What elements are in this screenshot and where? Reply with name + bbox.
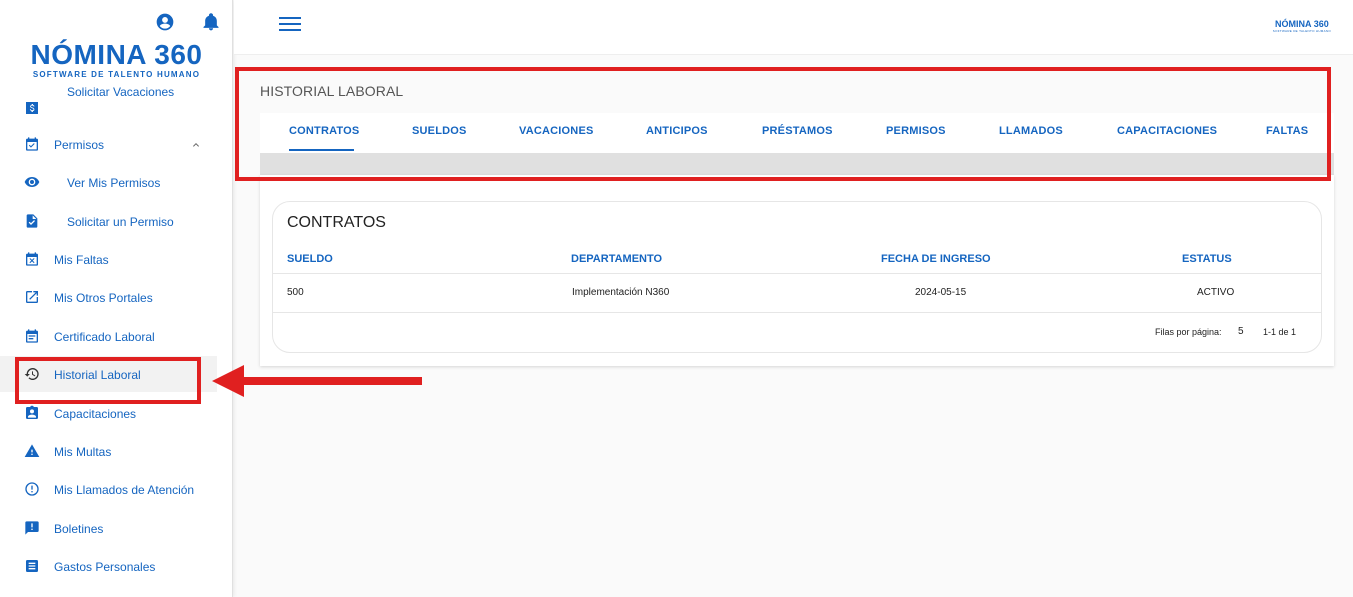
menu-icon[interactable] [279, 17, 301, 33]
sidebar-item-mis-faltas[interactable]: Mis Faltas [0, 241, 217, 277]
calendar-check-icon [24, 136, 40, 152]
cell-estatus: ACTIVO [1197, 287, 1235, 298]
pagination-range: 1-1 de 1 [1263, 327, 1297, 337]
brand-logo[interactable]: NÓMINA 360 SOFTWARE DE TALENTO HUMANO [0, 39, 232, 80]
logo-subtitle: SOFTWARE DE TALENTO HUMANO [32, 70, 201, 79]
column-header-sueldo[interactable]: SUELDO [287, 253, 333, 265]
calendar-x-icon [24, 251, 40, 267]
money-icon [24, 100, 40, 116]
contracts-title: CONTRATOS [287, 214, 386, 231]
header-divider [273, 273, 1321, 274]
warning-icon [24, 443, 40, 459]
list-icon [24, 558, 40, 574]
badge-icon [24, 405, 40, 421]
arrow-icon [212, 365, 422, 397]
sidebar-item-label: Certificado Laboral [54, 330, 155, 344]
sidebar-item-solicitar-vacaciones[interactable]: Solicitar Vacaciones [0, 85, 217, 123]
sidebar-item-label: Gastos Personales [54, 560, 156, 574]
sidebar-item-mis-otros-portales[interactable]: Mis Otros Portales [0, 279, 217, 315]
sidebar-item-label: Solicitar un Permiso [67, 215, 174, 229]
sidebar: NÓMINA 360 SOFTWARE DE TALENTO HUMANO So… [0, 0, 233, 597]
sidebar-item-ver-mis-permisos[interactable]: Ver Mis Permisos [0, 164, 217, 200]
alert-circle-icon [24, 481, 40, 497]
calendar-icon [24, 328, 40, 344]
cell-sueldo: 500 [287, 287, 304, 298]
highlight-box-sidebar [15, 357, 201, 404]
rows-per-page-label: Filas por página: [1155, 327, 1222, 337]
column-header-fecha-ingreso[interactable]: FECHA DE INGRESO [881, 253, 991, 265]
account-circle-icon[interactable] [155, 12, 175, 32]
column-header-estatus[interactable]: ESTATUS [1182, 253, 1232, 265]
rows-per-page-select[interactable]: 5 [1238, 326, 1244, 337]
announcement-icon [24, 520, 40, 536]
sidebar-item-label: Mis Multas [54, 445, 112, 459]
sidebar-item-label: Mis Otros Portales [54, 291, 153, 305]
file-check-icon [24, 213, 40, 229]
eye-icon [24, 174, 40, 190]
row-divider [273, 312, 1321, 313]
top-bar: NÓMINA 360 SOFTWARE DE TALENTO HUMANO [234, 0, 1353, 55]
mini-logo-subtitle: SOFTWARE DE TALENTO HUMANO [1272, 29, 1331, 33]
sidebar-item-label: Permisos [54, 138, 105, 152]
external-link-icon [24, 289, 40, 305]
mini-logo-text: NÓMINA 360 [1275, 19, 1329, 29]
sidebar-item-mis-multas[interactable]: Mis Multas [0, 433, 217, 469]
logo-text: NÓMINA 360 [30, 39, 203, 70]
sidebar-item-certificado-laboral[interactable]: Certificado Laboral [0, 318, 217, 354]
bell-icon[interactable] [201, 12, 221, 32]
sidebar-item-label: Mis Faltas [54, 253, 109, 267]
chevron-up-icon[interactable] [190, 139, 202, 151]
sidebar-item-solicitar-un-permiso[interactable]: Solicitar un Permiso [0, 203, 217, 239]
sidebar-item-label: Capacitaciones [54, 407, 137, 421]
sidebar-item-label: Solicitar Vacaciones [67, 85, 175, 99]
cell-fecha-ingreso: 2024-05-15 [915, 287, 967, 298]
sidebar-item-gastos-personales[interactable]: Gastos Personales [0, 548, 217, 584]
mini-brand-logo[interactable]: NÓMINA 360 SOFTWARE DE TALENTO HUMANO [1272, 19, 1331, 34]
column-header-departamento[interactable]: DEPARTAMENTO [571, 253, 662, 265]
sidebar-item-label: Mis Llamados de Atención [54, 483, 195, 497]
highlight-box-tabs [235, 67, 1331, 181]
sidebar-item-boletines[interactable]: Boletines [0, 510, 217, 546]
sidebar-item-label: Boletines [54, 522, 104, 536]
sidebar-item-mis-llamados-de-atencion[interactable]: Mis Llamados de Atención [0, 471, 217, 507]
sidebar-item-label: Ver Mis Permisos [67, 176, 161, 190]
cell-departamento: Implementación N360 [572, 287, 670, 298]
sidebar-item-permisos[interactable]: Permisos [0, 126, 217, 162]
header-icons [155, 12, 221, 32]
